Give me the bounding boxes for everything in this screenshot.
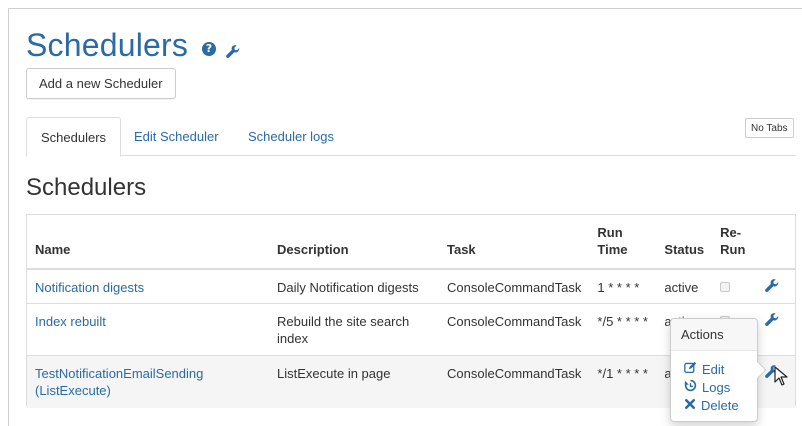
wrench-icon[interactable] xyxy=(765,313,779,331)
logs-label: Logs xyxy=(702,379,731,395)
page-title: Schedulers ? xyxy=(26,24,240,67)
add-scheduler-button[interactable]: Add a new Scheduler xyxy=(26,68,176,99)
logs-action[interactable]: Logs xyxy=(671,378,757,396)
section-title: Schedulers xyxy=(26,174,147,201)
column-header-task: Task xyxy=(439,215,590,270)
tab-bar: Schedulers Edit Scheduler Scheduler logs xyxy=(26,117,796,157)
edit-icon xyxy=(684,361,697,377)
scheduler-description: ListExecute in page xyxy=(269,355,439,408)
column-header-run-time: Run Time xyxy=(589,215,657,270)
scheduler-task: ConsoleCommandTask xyxy=(439,303,590,356)
tab-schedulers[interactable]: Schedulers xyxy=(26,117,122,157)
delete-action[interactable]: Delete xyxy=(671,396,757,414)
scheduler-run-time: 1 * * * * xyxy=(589,268,657,304)
scheduler-task: ConsoleCommandTask xyxy=(439,268,590,304)
title-icons: ? xyxy=(202,30,240,67)
table-row: Notification digests Daily Notification … xyxy=(27,268,795,304)
run-time-header-line1: Run xyxy=(597,225,623,240)
scheduler-description: Rebuild the site search index xyxy=(269,303,439,356)
run-time-header-line2: Time xyxy=(597,242,628,257)
scheduler-run-time: */5 * * * * xyxy=(589,303,657,356)
rerun-header-line1: Re- xyxy=(720,225,742,240)
column-header-name: Name xyxy=(27,215,269,270)
column-header-description: Description xyxy=(269,215,439,270)
column-header-rerun: Re- Run xyxy=(712,215,758,270)
rerun-checkbox[interactable] xyxy=(720,282,731,292)
scheduler-name-link[interactable]: Index rebuilt xyxy=(35,314,106,329)
actions-popover: Actions Edit Logs Delete xyxy=(670,318,767,422)
no-tabs-button[interactable]: No Tabs xyxy=(745,118,794,138)
column-header-status: Status xyxy=(656,215,713,270)
scheduler-description: Daily Notification digests xyxy=(269,268,439,304)
delete-label: Delete xyxy=(701,397,739,413)
mouse-pointer-icon xyxy=(774,366,788,391)
wrench-icon[interactable] xyxy=(226,30,240,67)
scheduler-task: ConsoleCommandTask xyxy=(439,355,590,408)
delete-icon xyxy=(684,398,696,413)
popover-title: Actions xyxy=(671,319,757,351)
column-header-actions xyxy=(757,215,795,270)
scheduler-name-link[interactable]: Notification digests xyxy=(35,280,144,295)
scheduler-name-link[interactable]: TestNotificationEmailSending (ListExecut… xyxy=(35,366,203,398)
tab-scheduler-logs[interactable]: Scheduler logs xyxy=(234,117,348,156)
wrench-icon[interactable] xyxy=(765,279,779,297)
page-title-text: Schedulers xyxy=(26,27,189,63)
scheduler-status: active xyxy=(656,268,713,304)
tab-edit-scheduler[interactable]: Edit Scheduler xyxy=(120,117,233,156)
table-header-row: Name Description Task Run Time Status Re… xyxy=(27,215,795,270)
history-icon xyxy=(684,379,697,395)
edit-action[interactable]: Edit xyxy=(671,360,757,378)
edit-label: Edit xyxy=(702,361,725,377)
scheduler-run-time: */1 * * * * xyxy=(589,355,657,408)
rerun-header-line2: Run xyxy=(720,242,746,257)
help-icon[interactable]: ? xyxy=(202,41,217,56)
